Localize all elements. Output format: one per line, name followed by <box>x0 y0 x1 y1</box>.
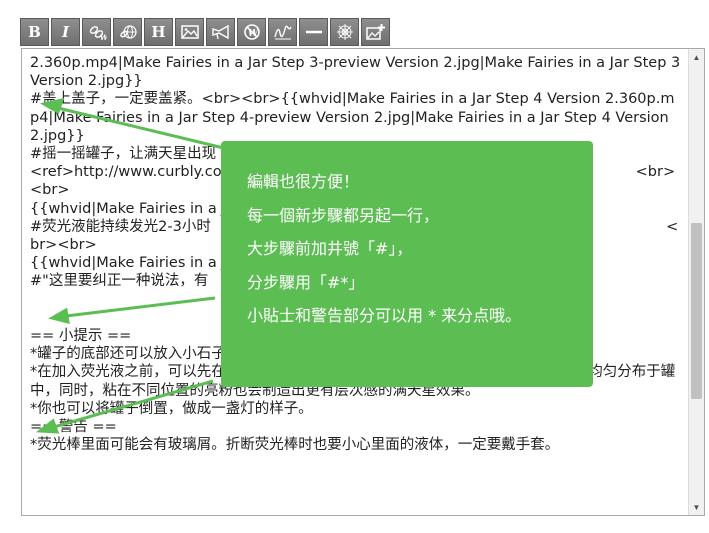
heading-label: H <box>151 23 166 41</box>
italic-label: I <box>61 23 70 41</box>
signature-button[interactable] <box>268 18 297 46</box>
wikilink-icon: W <box>89 26 107 41</box>
bold-button[interactable]: B <box>20 18 49 46</box>
spider-web-button[interactable] <box>330 18 359 46</box>
add-image-button[interactable] <box>361 18 390 46</box>
scroll-up-arrow-icon[interactable]: ▲ <box>689 49 704 65</box>
editor-scrollbar[interactable]: ▲ ▼ <box>688 49 704 515</box>
callout-line-2: 每一個新步驟都另起一行， <box>247 205 440 225</box>
heading-button[interactable]: H <box>144 18 173 46</box>
add-image-icon <box>365 24 385 40</box>
wikilink-button[interactable]: W <box>82 18 111 46</box>
bold-label: B <box>28 23 41 41</box>
horn-icon <box>211 24 229 40</box>
svg-text:W: W <box>100 33 107 41</box>
image-button[interactable] <box>175 18 204 46</box>
globe-link-icon <box>119 25 137 39</box>
editor-toolbar: B I W H W <box>20 18 390 46</box>
instruction-callout: 編輯也很方便！ 每一個新步驟都另起一行， 大步驟前加井號「#」， 分步驟用「#*… <box>221 141 593 387</box>
callout-line-4: 分步驟用「#*」 <box>247 272 365 292</box>
spider-web-icon <box>336 24 353 40</box>
horizontal-line-icon <box>305 30 322 34</box>
scroll-down-arrow-icon[interactable]: ▼ <box>689 499 704 515</box>
nowiki-button[interactable]: W <box>237 18 266 46</box>
italic-button[interactable]: I <box>51 18 80 46</box>
svg-text:W: W <box>248 29 259 39</box>
callout-line-1: 編輯也很方便！ <box>247 172 360 191</box>
image-icon <box>180 25 199 39</box>
callout-line-3: 大步驟前加井號「#」， <box>247 239 413 258</box>
callout-line-5: 小貼士和警告部分可以用 * 来分点哦。 <box>247 306 522 325</box>
external-link-button[interactable] <box>113 18 142 46</box>
signature-icon <box>273 25 292 40</box>
nowiki-icon: W <box>243 24 260 40</box>
scrollbar-thumb[interactable] <box>691 223 702 399</box>
horizontal-line-button[interactable] <box>299 18 328 46</box>
horn-button[interactable] <box>206 18 235 46</box>
